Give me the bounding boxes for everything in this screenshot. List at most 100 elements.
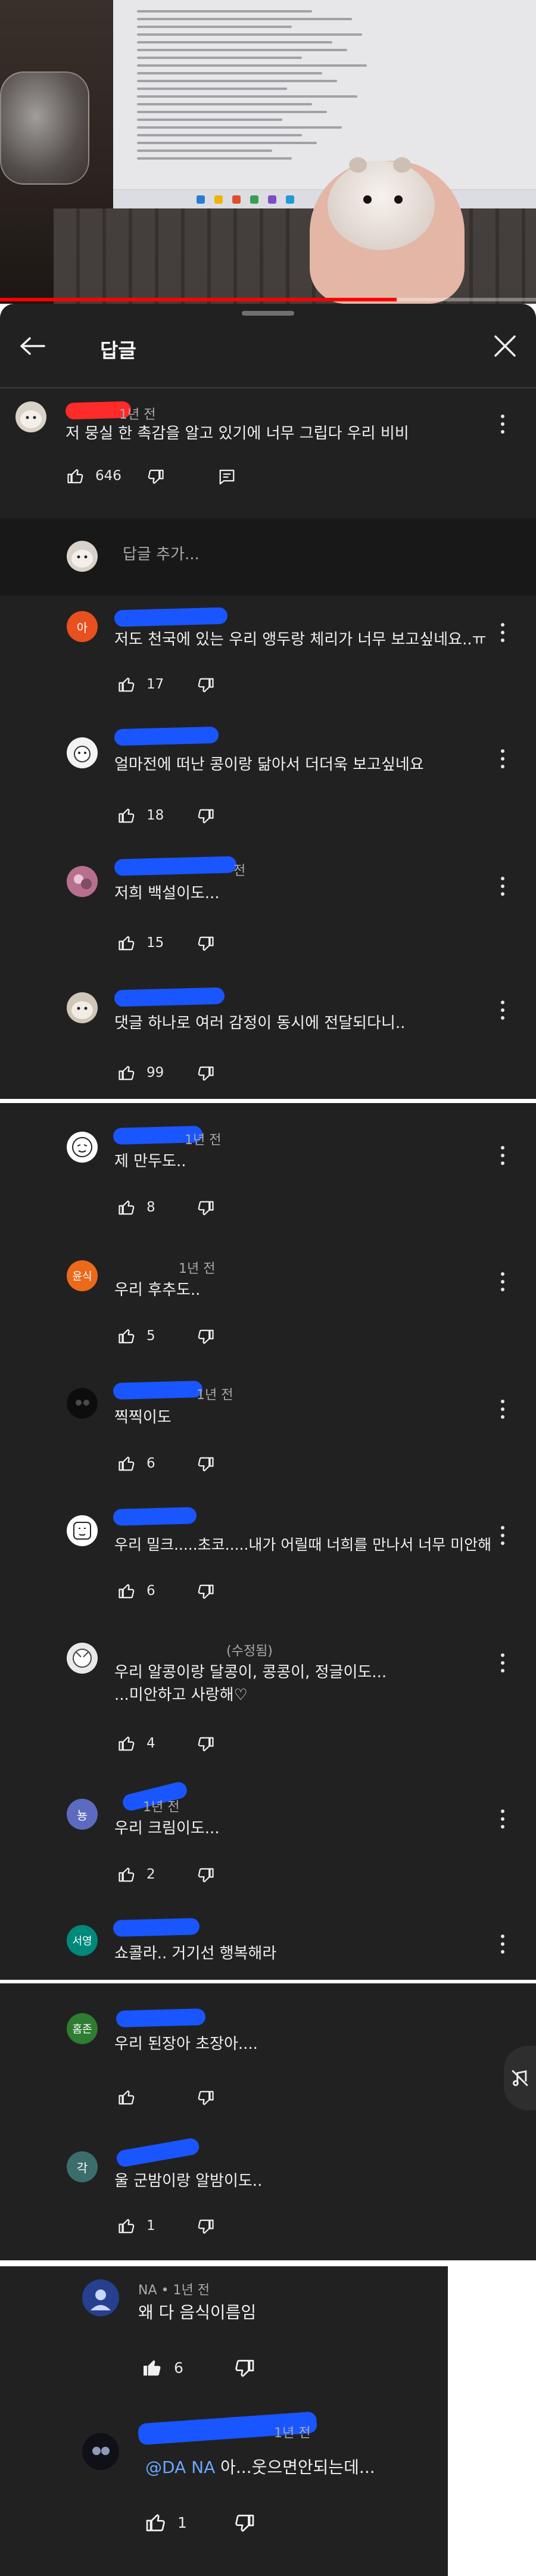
video-progress-bar[interactable] bbox=[0, 298, 536, 301]
more-options-icon[interactable] bbox=[499, 997, 506, 1023]
thumbs-down-icon[interactable] bbox=[197, 1867, 214, 1885]
back-button[interactable] bbox=[15, 331, 49, 361]
avatar[interactable]: 각 bbox=[67, 2151, 98, 2182]
reply-text: 우리 크림이도... bbox=[114, 1820, 220, 1837]
thumbs-down-icon[interactable] bbox=[147, 468, 164, 486]
like-button[interactable]: 6 bbox=[118, 1582, 155, 1600]
more-options-icon[interactable] bbox=[499, 1396, 506, 1422]
laptop-screen bbox=[113, 0, 536, 208]
thumbs-up-icon bbox=[119, 1329, 135, 1344]
avatar[interactable] bbox=[67, 1388, 98, 1419]
avatar[interactable] bbox=[67, 1515, 98, 1546]
avatar[interactable]: 서영 bbox=[67, 1925, 98, 1956]
like-button[interactable]: 15 bbox=[118, 934, 164, 952]
avatar[interactable]: 홈존 bbox=[67, 2013, 98, 2044]
thumbs-down-icon[interactable] bbox=[197, 1456, 214, 1474]
avatar[interactable] bbox=[67, 1643, 98, 1674]
like-button[interactable]: 646 bbox=[67, 467, 121, 485]
hamster bbox=[328, 157, 435, 250]
like-button[interactable]: 17 bbox=[118, 675, 164, 693]
like-count: 6 bbox=[147, 1583, 155, 1599]
more-options-icon[interactable] bbox=[499, 1522, 506, 1549]
more-options-icon[interactable] bbox=[499, 873, 506, 899]
avatar[interactable]: 아 bbox=[67, 611, 98, 642]
like-button[interactable]: 8 bbox=[118, 1198, 155, 1216]
more-options-icon[interactable] bbox=[499, 619, 506, 646]
like-button[interactable]: 5 bbox=[118, 1327, 155, 1345]
more-options-icon[interactable] bbox=[499, 1269, 506, 1295]
plastic-jar bbox=[0, 71, 89, 185]
more-options-icon[interactable] bbox=[499, 1650, 506, 1676]
thumbs-up-icon bbox=[67, 469, 83, 484]
avatar[interactable] bbox=[67, 737, 98, 768]
more-options-icon[interactable] bbox=[499, 1806, 506, 1832]
close-button[interactable] bbox=[488, 331, 522, 361]
reply-text: 쇼콜라.. 거기선 행복해라 bbox=[114, 1945, 277, 1963]
side-panel-toggle[interactable] bbox=[504, 2046, 536, 2110]
mute-icon bbox=[512, 2070, 528, 2086]
avatar[interactable] bbox=[15, 401, 46, 432]
dark-avatar-icon bbox=[67, 1388, 97, 1418]
photo-avatar-icon bbox=[67, 866, 98, 897]
avatar[interactable] bbox=[67, 866, 98, 897]
redacted-username bbox=[113, 1918, 200, 1937]
like-count: 99 bbox=[147, 1065, 164, 1080]
thumbs-down-icon[interactable] bbox=[197, 1065, 214, 1083]
hamster-avatar-icon bbox=[71, 1001, 93, 1019]
like-count: 1 bbox=[147, 2218, 155, 2234]
avatar-letter: 윤식 bbox=[72, 1270, 92, 1283]
thumbs-up-icon bbox=[119, 936, 135, 951]
thumbs-down-icon[interactable] bbox=[197, 2089, 214, 2107]
avatar[interactable] bbox=[67, 1132, 98, 1163]
like-button[interactable]: 6 bbox=[118, 1454, 155, 1472]
reply-meta: 1년 전 bbox=[197, 1388, 233, 1403]
like-count: 6 bbox=[147, 1456, 155, 1471]
avatar[interactable] bbox=[82, 2433, 119, 2470]
thumbs-down-icon[interactable] bbox=[233, 2513, 255, 2534]
avatar[interactable] bbox=[67, 992, 98, 1023]
avatar[interactable]: 뇽 bbox=[67, 1799, 98, 1830]
avatar[interactable]: 윤식 bbox=[67, 1260, 98, 1291]
like-button[interactable] bbox=[118, 2088, 147, 2106]
replies-sheet-continued: 1년 전 제 만두도.. 8 윤식 1년 전 우리 후추도.. 5 1년 전 찍… bbox=[0, 1103, 536, 1980]
reply-text: 우리 된장아 초장아.... bbox=[114, 2035, 258, 2053]
like-button[interactable]: 1 bbox=[118, 2217, 155, 2235]
thumbs-down-icon[interactable] bbox=[233, 2358, 255, 2379]
mention[interactable]: @DA NA bbox=[145, 2457, 215, 2477]
thumbs-down-icon[interactable] bbox=[197, 808, 214, 826]
reply-text: 왜 다 음식이름임 bbox=[138, 2303, 257, 2322]
more-options-icon[interactable] bbox=[499, 411, 506, 437]
like-button[interactable]: 4 bbox=[118, 1734, 155, 1752]
like-count: 4 bbox=[147, 1736, 155, 1751]
reply-body: 아...웃으면안되는데... bbox=[215, 2457, 375, 2477]
hamster-avatar-icon bbox=[20, 410, 42, 428]
like-button[interactable]: 2 bbox=[118, 1865, 155, 1883]
like-button[interactable]: 99 bbox=[118, 1064, 164, 1082]
add-reply-bar[interactable]: 답글 추가... bbox=[0, 518, 536, 596]
thumbs-down-icon[interactable] bbox=[197, 677, 214, 694]
more-options-icon[interactable] bbox=[499, 746, 506, 772]
thumbs-down-icon[interactable] bbox=[197, 2218, 214, 2236]
like-count: 18 bbox=[147, 808, 164, 823]
drag-handle[interactable] bbox=[242, 311, 294, 316]
more-options-icon[interactable] bbox=[499, 1931, 506, 1957]
thumbs-down-icon[interactable] bbox=[197, 935, 214, 953]
more-options-icon[interactable] bbox=[499, 1142, 506, 1169]
video-player[interactable] bbox=[0, 0, 536, 304]
like-button[interactable]: 18 bbox=[118, 806, 164, 824]
thumbs-down-icon[interactable] bbox=[197, 1328, 214, 1346]
reply-meta: 1년 전 bbox=[185, 1133, 222, 1148]
like-count: 17 bbox=[147, 677, 164, 692]
thumbs-down-icon[interactable] bbox=[197, 1583, 214, 1601]
thumbs-up-icon bbox=[119, 1066, 135, 1080]
character-avatar-icon bbox=[73, 1522, 91, 1540]
like-button[interactable]: 6 bbox=[142, 2357, 183, 2378]
avatar[interactable] bbox=[82, 2279, 119, 2316]
like-button[interactable]: 1 bbox=[145, 2512, 187, 2533]
thumbs-up-icon bbox=[119, 1456, 135, 1471]
thumbs-down-icon[interactable] bbox=[197, 1200, 214, 1217]
redacted-username bbox=[114, 607, 228, 627]
thumbs-down-icon[interactable] bbox=[197, 1736, 214, 1753]
sheet-title: 답글 bbox=[100, 339, 136, 362]
comment-icon[interactable] bbox=[218, 468, 236, 486]
